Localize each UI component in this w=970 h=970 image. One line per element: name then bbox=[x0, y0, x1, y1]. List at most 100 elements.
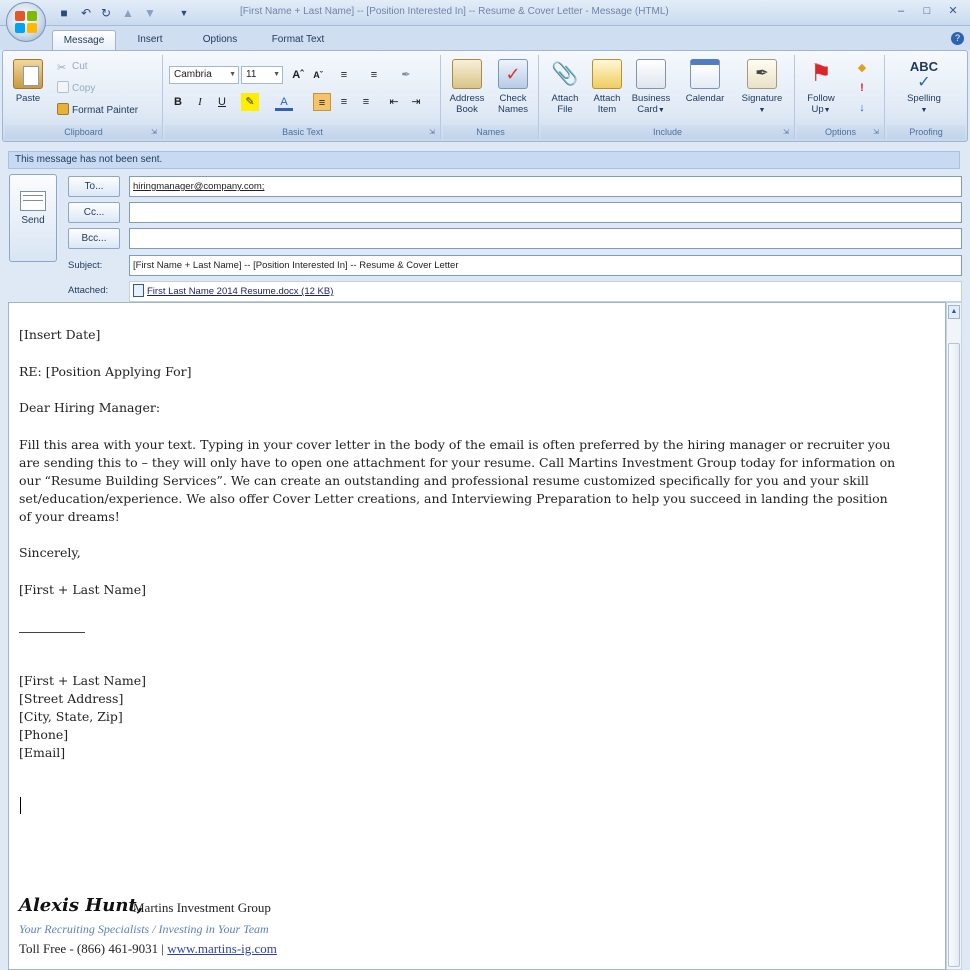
attachment-link[interactable]: First Last Name 2014 Resume.docx (12 KB) bbox=[147, 286, 333, 297]
ribbon-tab-bar: Message Insert Options Format Text ? bbox=[0, 26, 970, 50]
signature-contact: Toll Free - (866) 461-9031 | www.martins… bbox=[19, 941, 277, 957]
subject-field[interactable]: [First Name + Last Name] -- [Position In… bbox=[129, 255, 962, 276]
minimize-icon[interactable]: – bbox=[890, 3, 912, 19]
vertical-scrollbar[interactable]: ▲ bbox=[946, 302, 962, 970]
check-names-icon: ✓ bbox=[498, 59, 528, 89]
window-controls: – □ ✕ bbox=[890, 3, 964, 19]
dialog-launcher-icon[interactable]: ⇲ bbox=[783, 128, 792, 137]
signature-button[interactable]: ✒ Signature ▼ bbox=[735, 57, 789, 123]
cut-button[interactable]: ✂ Cut bbox=[57, 59, 88, 75]
scroll-up-icon[interactable]: ▲ bbox=[948, 305, 960, 319]
save-icon[interactable]: ■ bbox=[56, 5, 72, 21]
undo-icon[interactable]: ↶ bbox=[78, 5, 94, 21]
attach-file-button[interactable]: 📎 Attach File bbox=[543, 57, 587, 123]
tab-options[interactable]: Options bbox=[188, 30, 252, 50]
follow-up-button[interactable]: ⚑ Follow Up▼ bbox=[799, 57, 843, 123]
font-size-select[interactable]: 11 ▼ bbox=[241, 66, 283, 84]
subject-label: Subject: bbox=[68, 260, 103, 271]
signature-phone: Toll Free - (866) 461-9031 | bbox=[19, 941, 168, 956]
font-color-icon[interactable]: A bbox=[275, 93, 293, 111]
title-bar: ■ ↶ ↻ ▲ ▼ ▼ [First Name + Last Name] -- … bbox=[0, 0, 970, 42]
signature-divider bbox=[19, 632, 85, 633]
signature-website-link[interactable]: www.martins-ig.com bbox=[167, 941, 277, 956]
dialog-launcher-icon[interactable]: ⇲ bbox=[873, 128, 882, 137]
clear-formatting-icon[interactable]: ✒ bbox=[397, 66, 415, 84]
highlight-icon[interactable]: ✎ bbox=[241, 93, 259, 111]
window-title: [First Name + Last Name] -- [Position In… bbox=[240, 6, 669, 17]
body-re-line: RE: [Position Applying For] bbox=[19, 364, 192, 379]
attach-item-button[interactable]: Attach Item bbox=[585, 57, 629, 123]
spelling-abc-icon: ABC ✓ bbox=[909, 59, 939, 91]
bcc-button[interactable]: Bcc... bbox=[68, 228, 120, 249]
bullets-icon[interactable]: ≡ bbox=[335, 66, 353, 84]
basic-text-group: Cambria ▼ 11 ▼ Aˆ Aˇ ≡ ≡ ✒ B I U ✎ A ≡ ≡ ≡… bbox=[165, 55, 441, 139]
decrease-indent-icon[interactable]: ⇤ bbox=[385, 93, 403, 111]
customize-qat-icon[interactable]: ▼ bbox=[176, 5, 192, 21]
align-right-icon[interactable]: ≡ bbox=[357, 93, 375, 111]
names-group: Address Book ✓ Check Names Names bbox=[443, 55, 539, 139]
grow-font-icon[interactable]: Aˆ bbox=[289, 66, 307, 84]
bold-icon[interactable]: B bbox=[169, 93, 187, 111]
body-paragraph: Fill this area with your text. Typing in… bbox=[19, 437, 896, 524]
increase-indent-icon[interactable]: ⇥ bbox=[407, 93, 425, 111]
calendar-icon bbox=[690, 59, 720, 89]
next-item-icon[interactable]: ▼ bbox=[142, 5, 158, 21]
underline-icon[interactable]: U bbox=[213, 93, 231, 111]
cc-button[interactable]: Cc... bbox=[68, 202, 120, 223]
word-document-icon bbox=[133, 284, 144, 297]
checkmark-icon: ✓ bbox=[917, 74, 931, 91]
numbering-icon[interactable]: ≡ bbox=[365, 66, 383, 84]
options-group-label: Options bbox=[797, 125, 884, 139]
proofing-group: ABC ✓ Spelling ▼ Proofing bbox=[887, 55, 965, 139]
dialog-launcher-icon[interactable]: ⇲ bbox=[151, 128, 160, 137]
scroll-thumb[interactable] bbox=[948, 343, 960, 967]
copy-button[interactable]: Copy bbox=[57, 81, 95, 97]
paperclip-icon: 📎 bbox=[551, 61, 579, 86]
check-names-button[interactable]: ✓ Check Names bbox=[491, 57, 535, 123]
high-importance-icon[interactable]: ! bbox=[853, 79, 871, 97]
to-field[interactable]: hiringmanager@company.com; bbox=[129, 176, 962, 197]
flag-icon: ⚑ bbox=[810, 60, 832, 87]
redo-icon[interactable]: ↻ bbox=[98, 5, 114, 21]
address-line: [City, State, Zip] bbox=[19, 709, 123, 724]
scissors-icon: ✂ bbox=[57, 62, 67, 74]
help-icon[interactable]: ? bbox=[951, 32, 964, 45]
signature-company: Martins Investment Group bbox=[133, 900, 271, 915]
send-button[interactable]: Send bbox=[9, 174, 57, 262]
font-family-select[interactable]: Cambria ▼ bbox=[169, 66, 239, 84]
format-painter-button[interactable]: Format Painter bbox=[57, 103, 138, 119]
align-left-icon[interactable]: ≡ bbox=[313, 93, 331, 111]
tab-format-text[interactable]: Format Text bbox=[258, 30, 338, 50]
tab-insert[interactable]: Insert bbox=[124, 30, 176, 50]
address-book-button[interactable]: Address Book bbox=[445, 57, 489, 123]
body-name: [First + Last Name] bbox=[19, 582, 147, 597]
business-card-button[interactable]: Business Card▼ bbox=[629, 57, 673, 123]
dialog-launcher-icon[interactable]: ⇲ bbox=[429, 128, 438, 137]
address-line: [Email] bbox=[19, 745, 66, 760]
low-importance-icon[interactable]: ↓ bbox=[853, 99, 871, 117]
previous-item-icon[interactable]: ▲ bbox=[120, 5, 136, 21]
tab-message[interactable]: Message bbox=[52, 30, 116, 50]
maximize-icon[interactable]: □ bbox=[916, 3, 938, 19]
office-button[interactable] bbox=[6, 2, 46, 42]
categorize-icon[interactable]: ◆ bbox=[853, 59, 871, 77]
italic-icon[interactable]: I bbox=[191, 93, 209, 111]
address-line: [Street Address] bbox=[19, 691, 124, 706]
attachment-field[interactable]: First Last Name 2014 Resume.docx (12 KB) bbox=[129, 281, 962, 302]
align-center-icon[interactable]: ≡ bbox=[335, 93, 353, 111]
shrink-font-icon[interactable]: Aˇ bbox=[309, 66, 327, 84]
paste-button[interactable]: Paste bbox=[7, 57, 49, 123]
signature-name: Alexis Hunt, bbox=[19, 895, 143, 916]
clipboard-icon bbox=[13, 59, 43, 89]
options-group: ⚑ Follow Up▼ ◆ ! ↓ Options ⇲ bbox=[797, 55, 885, 139]
calendar-button[interactable]: Calendar bbox=[679, 57, 731, 123]
address-line: [First + Last Name] bbox=[19, 673, 147, 688]
to-button[interactable]: To... bbox=[68, 176, 120, 197]
close-icon[interactable]: ✕ bbox=[942, 3, 964, 19]
clipboard-group: Paste ✂ Cut Copy Format Painter Clipboard… bbox=[5, 55, 163, 139]
names-group-label: Names bbox=[443, 125, 538, 139]
bcc-field[interactable] bbox=[129, 228, 962, 249]
cc-field[interactable] bbox=[129, 202, 962, 223]
spelling-button[interactable]: ABC ✓ Spelling ▼ bbox=[893, 57, 955, 123]
chevron-down-icon: ▼ bbox=[273, 71, 280, 78]
